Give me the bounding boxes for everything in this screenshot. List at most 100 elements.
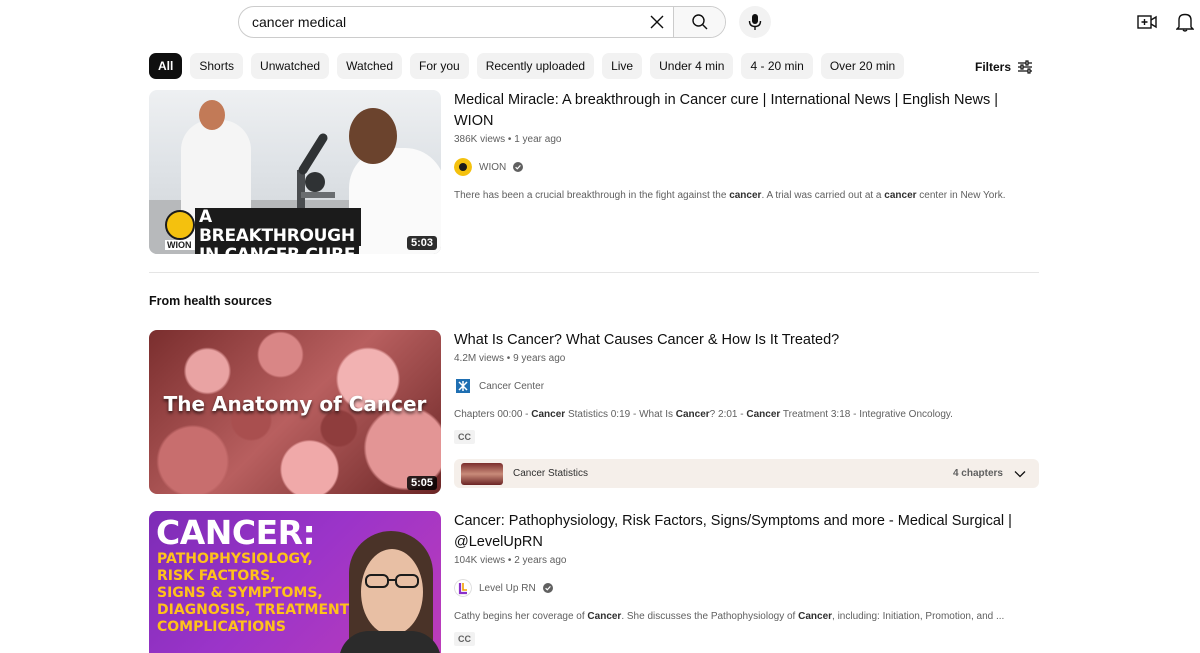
closed-captions-badge: CC — [454, 430, 475, 444]
thumb-sub-line: DIAGNOSIS, TREATMENT & — [157, 602, 367, 618]
thumb-text-line-2: IN CANCER CURE — [195, 246, 360, 254]
desc-text: . She discusses the Pathophysiology of — [621, 611, 799, 622]
thumb-headline: WION A BREAKTHROUGH IN CANCER CURE — [165, 208, 361, 254]
voice-search-button[interactable] — [739, 6, 771, 38]
chip-all[interactable]: All — [149, 53, 183, 79]
video-thumbnail[interactable]: The Anatomy of Cancer 5:05 — [149, 330, 441, 494]
video-thumbnail[interactable]: CANCER: PATHOPHYSIOLOGY, RISK FACTORS, S… — [149, 511, 441, 653]
view-count: 104K views — [454, 555, 506, 566]
desc-highlight: cancer — [729, 190, 762, 201]
close-icon — [650, 15, 664, 29]
thumb-researcher-head — [349, 108, 397, 164]
filters-button[interactable]: Filters — [975, 57, 1033, 77]
desc-highlight: Cancer — [746, 409, 781, 420]
chevron-down-icon — [1014, 471, 1026, 478]
search-icon — [691, 14, 707, 30]
desc-text: Chapters 00:00 - — [454, 409, 532, 420]
search-input[interactable] — [239, 7, 641, 37]
thumb-presenter-shirt — [339, 631, 441, 653]
notifications-button[interactable] — [1174, 10, 1196, 34]
chip-recently-uploaded[interactable]: Recently uploaded — [476, 53, 595, 79]
chapter-count: 4 chapters — [952, 468, 1003, 479]
duration-badge: 5:05 — [406, 476, 437, 490]
desc-text: . A trial was carried out at a — [761, 190, 885, 201]
chip-for-you[interactable]: For you — [410, 53, 469, 79]
meta-separator: • — [505, 134, 515, 145]
video-meta: 104K views • 2 years ago — [454, 555, 1039, 569]
video-title[interactable]: What Is Cancer? What Causes Cancer & How… — [454, 330, 1039, 351]
video-result-cancer-center: The Anatomy of Cancer 5:05 What Is Cance… — [149, 330, 1039, 494]
thumb-title-text: The Anatomy of Cancer — [163, 392, 427, 416]
meta-separator: • — [504, 353, 514, 364]
chip-watched[interactable]: Watched — [337, 53, 402, 79]
channel-name[interactable]: Cancer Center — [479, 381, 544, 392]
chip-under-4-min[interactable]: Under 4 min — [650, 53, 734, 79]
desc-highlight: Cancer — [531, 409, 566, 420]
chip-live[interactable]: Live — [602, 53, 643, 79]
desc-text: Cathy begins her coverage of — [454, 611, 588, 622]
channel-avatar[interactable] — [454, 377, 472, 395]
section-heading: From health sources — [149, 294, 272, 308]
meta-separator: • — [505, 555, 515, 566]
channel-row[interactable]: Level Up RN — [454, 579, 1039, 597]
thumb-sub-text: PATHOPHYSIOLOGY, RISK FACTORS, SIGNS & S… — [157, 551, 366, 636]
wion-logo-icon — [165, 210, 195, 240]
desc-text: Statistics 0:19 - What Is — [565, 409, 676, 420]
expand-chapters-button[interactable] — [1013, 467, 1027, 481]
video-description: Cathy begins her coverage of Cancer. She… — [454, 610, 1039, 624]
clear-search-button[interactable] — [641, 7, 673, 37]
chip-4-20-min[interactable]: 4 - 20 min — [741, 53, 813, 79]
desc-text: Treatment 3:18 - Integrative Oncology. — [780, 409, 953, 420]
thumb-scientist-head — [199, 100, 225, 130]
chapter-thumbnail[interactable] — [461, 462, 503, 485]
video-result-wion: WION A BREAKTHROUGH IN CANCER CURE 5:03 … — [149, 90, 1039, 256]
chapter-label[interactable]: Cancer Statistics — [513, 468, 588, 479]
thumb-sub-line: COMPLICATIONS — [157, 619, 286, 635]
chip-unwatched[interactable]: Unwatched — [251, 53, 330, 79]
thumb-text-line-1: A BREAKTHROUGH — [195, 208, 361, 246]
desc-highlight: Cancer — [587, 611, 622, 622]
verified-icon — [513, 162, 524, 172]
search-button[interactable] — [673, 7, 725, 37]
search-box — [238, 6, 726, 38]
channel-name[interactable]: WION — [479, 162, 506, 173]
glasses-graphic — [365, 574, 419, 588]
upload-age: 2 years ago — [514, 555, 567, 566]
view-count: 4.2M views — [454, 353, 505, 364]
filter-chips: All Shorts Unwatched Watched For you Rec… — [149, 53, 905, 79]
upload-age: 9 years ago — [513, 353, 566, 364]
verified-icon — [542, 583, 553, 593]
channel-name[interactable]: Level Up RN — [479, 583, 536, 594]
chip-shorts[interactable]: Shorts — [190, 53, 244, 79]
channel-row[interactable]: Cancer Center — [454, 377, 1039, 395]
sliders-icon — [1018, 60, 1033, 74]
mic-icon — [748, 14, 762, 30]
channel-row[interactable]: WION — [454, 158, 1039, 176]
create-button[interactable] — [1136, 10, 1158, 34]
desc-highlight: Cancer — [798, 611, 833, 622]
filters-label: Filters — [975, 60, 1012, 74]
video-description: Chapters 00:00 - Cancer Statistics 0:19 … — [454, 408, 1039, 422]
thumb-logo-text: WION — [165, 240, 194, 250]
video-meta: 4.2M views • 9 years ago — [454, 353, 1039, 367]
thumb-sub-line: PATHOPHYSIOLOGY, — [157, 551, 313, 567]
thumb-sub-line: SIGNS & SYMPTOMS, — [157, 585, 323, 601]
video-title[interactable]: Cancer: Pathophysiology, Risk Factors, S… — [454, 511, 1039, 553]
desc-text: There has been a crucial breakthrough in… — [454, 190, 730, 201]
channel-avatar[interactable] — [454, 579, 472, 597]
chapters-bar[interactable]: Cancer Statistics 4 chapters — [454, 459, 1039, 488]
video-thumbnail[interactable]: WION A BREAKTHROUGH IN CANCER CURE 5:03 — [149, 90, 441, 254]
video-info: Cancer: Pathophysiology, Risk Factors, S… — [454, 511, 1039, 647]
video-title[interactable]: Medical Miracle: A breakthrough in Cance… — [454, 90, 1039, 132]
channel-avatar[interactable] — [454, 158, 472, 176]
view-count: 386K views — [454, 134, 506, 145]
closed-captions-badge: CC — [454, 632, 475, 646]
chip-over-20-min[interactable]: Over 20 min — [820, 53, 905, 79]
section-divider — [149, 272, 1039, 273]
desc-text: , including: Initiation, Promotion, and … — [832, 611, 1005, 622]
create-video-icon — [1137, 15, 1157, 29]
video-meta: 386K views • 1 year ago — [454, 134, 1039, 148]
bell-icon — [1176, 13, 1194, 32]
video-result-levelup-rn: CANCER: PATHOPHYSIOLOGY, RISK FACTORS, S… — [149, 511, 1039, 653]
upload-age: 1 year ago — [514, 134, 562, 145]
